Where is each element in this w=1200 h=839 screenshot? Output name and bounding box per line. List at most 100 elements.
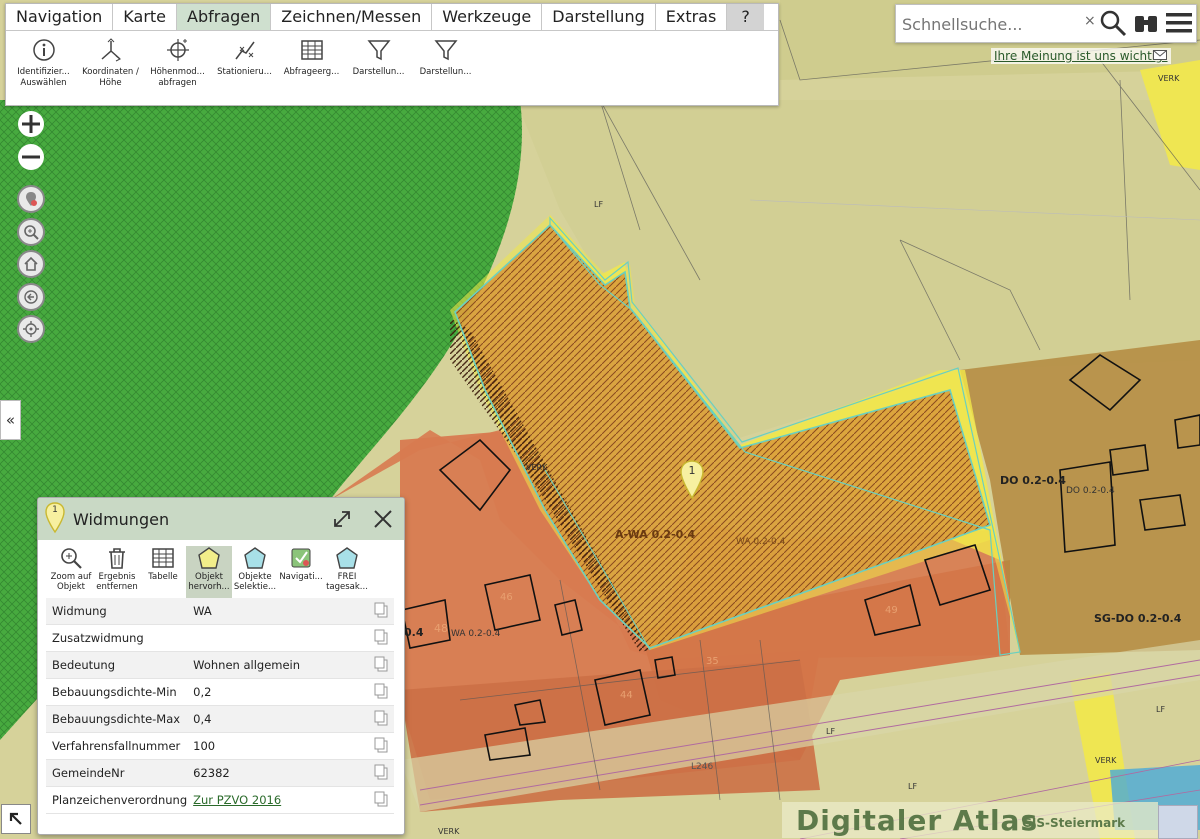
display-filter-button-2[interactable]: Darstellun...: [412, 37, 479, 89]
location-button[interactable]: [17, 185, 45, 213]
highlight-object-button[interactable]: Objekt hervorh...: [186, 546, 232, 598]
table-button[interactable]: Tabelle: [140, 546, 186, 598]
map-label-lf-1: LF: [594, 200, 604, 209]
expand-icon[interactable]: [332, 509, 352, 529]
search-input[interactable]: [900, 11, 1084, 37]
tab-navigation[interactable]: Navigation: [6, 4, 114, 30]
feedback-link[interactable]: Ihre Meinung ist uns wichtig!: [991, 48, 1171, 64]
result-panel: 1 Widmungen Zoom auf Objekt Ergebnis ent…: [37, 497, 405, 835]
location-pin-icon: [26, 192, 37, 206]
display-filter-label-1: Darstellun...: [352, 67, 405, 77]
stationing-icon: [234, 41, 255, 60]
map-label-zone-sg: SG-DO 0.2-0.4: [1094, 612, 1182, 625]
copy-icon[interactable]: [374, 710, 388, 726]
copy-icon[interactable]: [374, 602, 388, 618]
ribbon-tools: Identifizier... Auswählen Koordinaten / …: [6, 31, 778, 89]
row-value: WA: [187, 598, 368, 625]
tab-abfragen[interactable]: Abfragen: [177, 4, 272, 30]
collapse-sidebar-button[interactable]: «: [0, 400, 21, 440]
map-label-verk-4: VERK: [438, 827, 460, 836]
select-objects-button[interactable]: Objekte Selektie...: [232, 546, 278, 598]
zoom-out-button[interactable]: [17, 143, 45, 171]
map-marker[interactable]: 1: [679, 460, 705, 500]
search-icon[interactable]: [1098, 8, 1128, 38]
query-results-label: Abfrageerg...: [283, 67, 340, 77]
tab-karte[interactable]: Karte: [113, 4, 178, 30]
table-row: Zusatzwidmung: [46, 624, 394, 652]
map-label-zone-left-48: 48: [434, 622, 448, 635]
copy-icon[interactable]: [374, 764, 388, 780]
row-label: Planzeichenverordnung: [46, 786, 188, 814]
navigation-label: Navigati...: [279, 572, 323, 582]
copy-icon[interactable]: [374, 791, 388, 807]
trash-icon: [109, 548, 125, 569]
elevation-model-icon: [166, 39, 189, 61]
home-button[interactable]: [17, 250, 45, 278]
table-row: Planzeichenverordnung Zur PZVO 2016: [46, 786, 394, 814]
binoculars-icon[interactable]: [1132, 8, 1160, 38]
identify-label: Identifizier... Auswählen: [17, 67, 70, 88]
select-objects-label: Objekte Selektie...: [233, 572, 277, 592]
remove-result-button[interactable]: Ergebnis entfernen: [94, 546, 140, 598]
tab-help[interactable]: ?: [727, 4, 764, 30]
row-label: Widmung: [46, 598, 188, 625]
tab-darstellung[interactable]: Darstellung: [542, 4, 656, 30]
identify-button[interactable]: Identifizier... Auswählen: [10, 37, 77, 89]
close-icon[interactable]: [372, 508, 394, 530]
copy-icon[interactable]: [374, 683, 388, 699]
navigation-button[interactable]: Navigati...: [278, 546, 324, 598]
zoom-area-button[interactable]: [17, 218, 45, 246]
map-label-zone-left: 0.4: [404, 626, 424, 639]
tab-werkzeuge[interactable]: Werkzeuge: [432, 4, 543, 30]
zoom-to-object-button[interactable]: Zoom auf Objekt: [48, 546, 94, 598]
pzvo-link[interactable]: Zur PZVO 2016: [193, 793, 281, 807]
query-results-button[interactable]: Abfrageerg...: [278, 37, 345, 89]
display-filter-button-1[interactable]: Darstellun...: [345, 37, 412, 89]
table-label: Tabelle: [148, 572, 178, 582]
free-object-label: FREI tagesak...: [326, 572, 368, 592]
coordinates-button[interactable]: Koordinaten / Höhe: [77, 37, 144, 89]
row-value: 62382: [187, 759, 368, 787]
zoom-in-button[interactable]: [17, 110, 45, 138]
elevation-button[interactable]: Höhenmod... abfragen: [144, 37, 211, 89]
zoom-icon: [24, 225, 39, 240]
row-label: Bedeutung: [46, 651, 188, 679]
panel-toolbar: Zoom auf Objekt Ergebnis entfernen Tabel…: [38, 540, 404, 598]
tab-zeichnen-messen[interactable]: Zeichnen/Messen: [271, 4, 433, 30]
copy-icon[interactable]: [374, 737, 388, 753]
expand-panel-button[interactable]: [1, 804, 31, 834]
row-value: 100: [187, 732, 368, 760]
panel-header: 1 Widmungen: [38, 498, 404, 540]
stationing-label: Stationieru...: [217, 67, 272, 77]
highlight-object-icon: [198, 547, 220, 569]
row-label: Bebauungsdichte-Max: [46, 705, 188, 733]
map-label-verk-3: VERK: [1095, 756, 1117, 765]
locate-me-button[interactable]: [17, 315, 45, 343]
back-button[interactable]: [17, 283, 45, 311]
highlight-object-label: Objekt hervorh...: [188, 572, 230, 592]
row-label: Bebauungsdichte-Min: [46, 678, 188, 706]
row-value: 0,4: [187, 705, 368, 733]
hamburger-menu-icon[interactable]: [1164, 8, 1194, 38]
map-label-zone-main-small: WA 0.2-0.4: [736, 537, 786, 547]
map-label-lf-3: LF: [908, 782, 918, 791]
filter-icon: [366, 40, 391, 61]
zoom-to-object-label: Zoom auf Objekt: [50, 572, 92, 592]
map-label-verk-2: VERK: [526, 463, 548, 472]
mail-icon[interactable]: [1153, 50, 1167, 60]
free-object-button[interactable]: FREI tagesak...: [324, 546, 370, 598]
stationing-button[interactable]: Stationieru...: [211, 37, 278, 89]
map-label-parcel-44: 44: [620, 690, 633, 701]
zoom-icon: [61, 548, 82, 569]
clear-icon[interactable]: ×: [1084, 13, 1096, 29]
search-bar: ×: [895, 4, 1197, 43]
row-label: Zusatzwidmung: [46, 624, 188, 652]
brand-banner: Digitaler Atlas GIS-Steiermark: [782, 802, 1158, 838]
info-icon: [32, 39, 55, 61]
copy-icon[interactable]: [374, 656, 388, 672]
tab-extras[interactable]: Extras: [656, 4, 728, 30]
table-row: Widmung WA: [46, 598, 394, 625]
map-label-zone-do: DO 0.2-0.4: [1000, 474, 1066, 487]
map-label-lf-4: LF: [1156, 705, 1166, 714]
copy-icon[interactable]: [374, 629, 388, 645]
